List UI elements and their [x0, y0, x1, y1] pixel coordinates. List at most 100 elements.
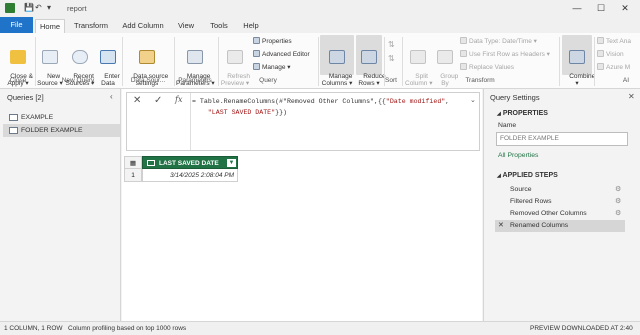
delete-step-icon[interactable]: ✕: [498, 220, 504, 232]
vision-icon: [597, 50, 604, 57]
group-label-query: Query: [259, 77, 277, 84]
query-name-input[interactable]: FOLDER EXAMPLE: [496, 132, 628, 146]
queries-header: Queries [2]: [7, 93, 44, 102]
manage-columns-icon: [329, 50, 345, 64]
group-label-parameters: Parameters: [178, 77, 212, 84]
expand-formula-icon[interactable]: ⌄: [470, 96, 476, 104]
sort-ascending-icon[interactable]: ⇅: [388, 39, 395, 51]
collapse-pane-icon[interactable]: ‹: [110, 92, 113, 101]
fx-label: fx: [175, 95, 183, 104]
recent-sources-icon: [72, 50, 88, 64]
commit-formula-icon[interactable]: ✓: [154, 95, 162, 106]
reduce-rows-icon: [361, 50, 377, 64]
tab-transform[interactable]: Transform: [70, 19, 112, 33]
query-item-folder-example[interactable]: FOLDER EXAMPLE: [3, 124, 120, 137]
applied-step-source[interactable]: Source ⚙: [495, 184, 625, 196]
row-index: 1: [124, 169, 142, 182]
group-label-ai: AI: [622, 77, 630, 84]
recent-sources-button[interactable]: Recent Sources ▾: [65, 36, 95, 94]
enter-data-button[interactable]: Enter Data: [97, 36, 120, 94]
manage-columns-button[interactable]: Manage Columns ▾: [320, 35, 354, 87]
column-filter-icon[interactable]: ▼: [227, 159, 236, 167]
ribbon: Close & Apply ▾ Close New Source ▾ Recen…: [0, 33, 640, 89]
refresh-preview-button[interactable]: Refresh Preview ▾: [220, 36, 250, 94]
table-cell[interactable]: 3/14/2025 2:08:04 PM: [142, 169, 238, 182]
split-column-icon: [410, 50, 426, 64]
customize-quick-access-icon[interactable]: ▾: [47, 3, 51, 12]
close-apply-button[interactable]: Close & Apply ▾: [3, 36, 33, 94]
all-properties-link[interactable]: All Properties: [498, 152, 538, 159]
undo-icon[interactable]: ↶: [35, 3, 42, 12]
app-icon: [5, 3, 15, 13]
properties-icon: [253, 37, 260, 44]
profiling-status[interactable]: Column profiling based on top 1000 rows: [68, 322, 186, 335]
row-column-count: 1 COLUMN, 1 ROW: [4, 325, 63, 332]
name-label: Name: [498, 122, 517, 129]
use-first-row-button[interactable]: Use First Row as Headers ▾: [460, 50, 550, 58]
step-settings-gear-icon[interactable]: ⚙: [615, 196, 621, 208]
new-source-icon: [42, 50, 58, 64]
tab-add-column[interactable]: Add Column: [119, 19, 167, 33]
close-apply-icon: [10, 50, 26, 64]
data-source-settings-button[interactable]: Data source settings: [126, 36, 168, 94]
applied-step-filtered-rows[interactable]: Filtered Rows ⚙: [495, 196, 625, 208]
datetime-type-icon[interactable]: [147, 160, 155, 166]
step-settings-gear-icon[interactable]: ⚙: [615, 184, 621, 196]
applied-steps-heading: ◢ APPLIED STEPS: [497, 172, 558, 179]
advanced-editor-button[interactable]: Advanced Editor: [253, 50, 310, 58]
maximize-button[interactable]: ☐: [590, 2, 612, 15]
select-all-icon[interactable]: ▦: [124, 156, 142, 169]
new-source-button[interactable]: New Source ▾: [37, 36, 63, 94]
tab-help[interactable]: Help: [240, 19, 262, 33]
combine-button[interactable]: Combine ▾: [562, 35, 595, 87]
save-icon[interactable]: 💾: [24, 3, 34, 12]
data-source-settings-icon: [139, 50, 155, 64]
query-item-example[interactable]: EXAMPLE: [3, 111, 120, 124]
group-by-icon: [437, 50, 453, 64]
close-button[interactable]: ✕: [614, 2, 636, 15]
data-type-icon: [460, 37, 467, 44]
group-label-data-sources: Data Sour...: [130, 77, 166, 84]
tab-home[interactable]: Home: [35, 19, 65, 33]
reduce-rows-button[interactable]: Reduce Rows ▾: [356, 35, 386, 87]
title-bar: 💾 ↶ ▾ report — ☐ ✕: [0, 0, 640, 17]
properties-button[interactable]: Properties: [253, 37, 292, 45]
manage-button[interactable]: Manage ▾: [253, 63, 291, 71]
manage-icon: [253, 63, 260, 70]
group-label-new-query: New Query: [61, 77, 95, 84]
applied-step-renamed-columns[interactable]: ✕ Renamed Columns: [495, 220, 625, 232]
group-label-transform: Transform: [465, 77, 495, 84]
azure-ml-button[interactable]: Azure M: [597, 63, 630, 71]
status-bar: 1 COLUMN, 1 ROW Column profiling based o…: [0, 321, 640, 335]
close-settings-icon[interactable]: ✕: [628, 92, 635, 101]
collapse-triangle-icon[interactable]: ◢: [497, 173, 501, 179]
tab-view[interactable]: View: [175, 19, 197, 33]
minimize-button[interactable]: —: [566, 2, 588, 15]
refresh-icon: [227, 50, 243, 64]
cancel-formula-icon[interactable]: ✕: [133, 95, 141, 106]
enter-data-icon: [100, 50, 116, 64]
step-settings-gear-icon[interactable]: ⚙: [615, 208, 621, 220]
split-column-button[interactable]: Split Column ▾: [405, 36, 432, 94]
applied-step-removed-other-columns[interactable]: Removed Other Columns ⚙: [495, 208, 625, 220]
table-icon: [9, 127, 18, 134]
manage-parameters-icon: [187, 50, 203, 64]
formula-text[interactable]: = Table.RenameColumns(#"Removed Other Co…: [192, 96, 477, 118]
group-by-button[interactable]: Group By: [433, 36, 458, 94]
preview-downloaded-status: PREVIEW DOWNLOADED AT 2:40 PM: [530, 325, 633, 332]
manage-parameters-button[interactable]: Manage Parameters ▾: [176, 36, 215, 94]
text-analytics-icon: [597, 37, 604, 44]
tab-file[interactable]: File: [0, 17, 33, 33]
replace-values-button[interactable]: Replace Values: [460, 63, 514, 71]
data-type-dropdown[interactable]: Data Type: Date/Time ▾: [460, 37, 537, 45]
column-header[interactable]: LAST SAVED DATE ▼: [142, 156, 238, 169]
window-title: report: [67, 4, 87, 13]
vision-button[interactable]: Vision: [597, 50, 624, 58]
combine-icon: [569, 50, 585, 64]
properties-heading: ◢ PROPERTIES: [497, 110, 548, 117]
collapse-triangle-icon[interactable]: ◢: [497, 111, 501, 117]
sort-descending-icon[interactable]: ⇅: [388, 53, 395, 65]
text-analytics-button[interactable]: Text Ana: [597, 37, 631, 45]
ribbon-tabs: File Home Transform Add Column View Tool…: [0, 17, 640, 33]
tab-tools[interactable]: Tools: [206, 19, 232, 33]
